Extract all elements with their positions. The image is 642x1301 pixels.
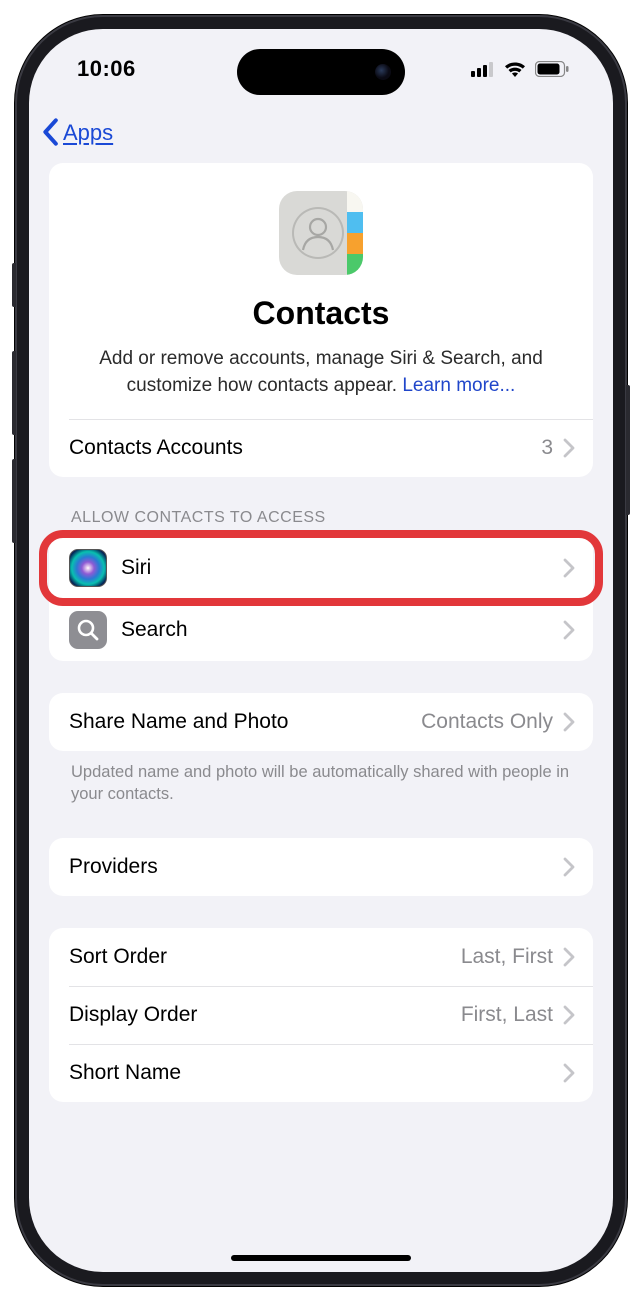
chevron-right-icon	[563, 558, 575, 578]
chevron-right-icon	[563, 947, 575, 967]
row-value: 3	[541, 436, 553, 460]
row-sort-order[interactable]: Sort Order Last, First	[49, 928, 593, 986]
dynamic-island	[237, 49, 405, 95]
providers-card: Providers	[49, 838, 593, 896]
row-providers[interactable]: Providers	[49, 838, 593, 896]
chevron-right-icon	[563, 712, 575, 732]
chevron-right-icon	[563, 1005, 575, 1025]
button-power	[626, 385, 630, 515]
content: Apps	[29, 109, 613, 1272]
row-label: Siri	[121, 556, 563, 580]
learn-more-link[interactable]: Learn more...	[402, 375, 515, 396]
row-siri[interactable]: Siri	[49, 537, 593, 599]
cellular-icon	[471, 61, 495, 77]
row-value: Contacts Only	[421, 710, 553, 734]
access-group: ALLOW CONTACTS TO ACCESS Siri Se	[49, 509, 593, 661]
chevron-left-icon	[41, 118, 59, 146]
chevron-right-icon	[563, 620, 575, 640]
button-volume-down	[12, 459, 16, 543]
contacts-app-icon	[279, 191, 363, 275]
battery-icon	[535, 61, 569, 77]
row-label: Sort Order	[69, 945, 461, 969]
row-label: Search	[121, 618, 563, 642]
share-footer: Updated name and photo will be automatic…	[49, 751, 593, 806]
row-display-order[interactable]: Display Order First, Last	[49, 986, 593, 1044]
camera-lens	[375, 64, 391, 80]
button-mute	[12, 263, 16, 307]
nav-back-label: Apps	[63, 120, 113, 146]
row-short-name[interactable]: Short Name	[49, 1044, 593, 1102]
search-icon	[69, 611, 107, 649]
hero: Contacts Add or remove accounts, manage …	[49, 163, 593, 419]
button-volume-up	[12, 351, 16, 435]
status-icons	[471, 60, 569, 78]
order-card: Sort Order Last, First Display Order Fir…	[49, 928, 593, 1102]
share-group: Share Name and Photo Contacts Only Updat…	[49, 693, 593, 806]
avatar-silhouette-icon	[297, 212, 339, 254]
row-contacts-accounts[interactable]: Contacts Accounts 3	[49, 419, 593, 477]
providers-group: Providers	[49, 838, 593, 896]
row-search[interactable]: Search	[49, 599, 593, 661]
row-value: First, Last	[461, 1003, 553, 1027]
screen: 10:06	[29, 29, 613, 1272]
nav-back[interactable]: Apps	[29, 109, 613, 163]
home-indicator[interactable]	[231, 1255, 411, 1261]
siri-icon	[69, 549, 107, 587]
row-label: Share Name and Photo	[69, 710, 421, 734]
phone-frame: 10:06	[15, 15, 627, 1286]
page-title: Contacts	[73, 295, 569, 332]
share-card: Share Name and Photo Contacts Only	[49, 693, 593, 751]
chevron-right-icon	[563, 857, 575, 877]
scroll-area[interactable]: Contacts Add or remove accounts, manage …	[29, 163, 613, 1174]
chevron-right-icon	[563, 438, 575, 458]
order-group: Sort Order Last, First Display Order Fir…	[49, 928, 593, 1102]
row-value: Last, First	[461, 945, 553, 969]
access-card: Siri Search	[49, 537, 593, 661]
wifi-icon	[503, 60, 527, 78]
row-label: Providers	[69, 855, 563, 879]
status-time: 10:06	[77, 56, 136, 82]
page-description: Add or remove accounts, manage Siri & Se…	[73, 346, 569, 399]
hero-card: Contacts Add or remove accounts, manage …	[49, 163, 593, 477]
access-header: ALLOW CONTACTS TO ACCESS	[49, 509, 593, 537]
row-label: Display Order	[69, 1003, 461, 1027]
row-label: Short Name	[69, 1061, 563, 1085]
chevron-right-icon	[563, 1063, 575, 1083]
row-share-name-photo[interactable]: Share Name and Photo Contacts Only	[49, 693, 593, 751]
row-label: Contacts Accounts	[69, 436, 541, 460]
